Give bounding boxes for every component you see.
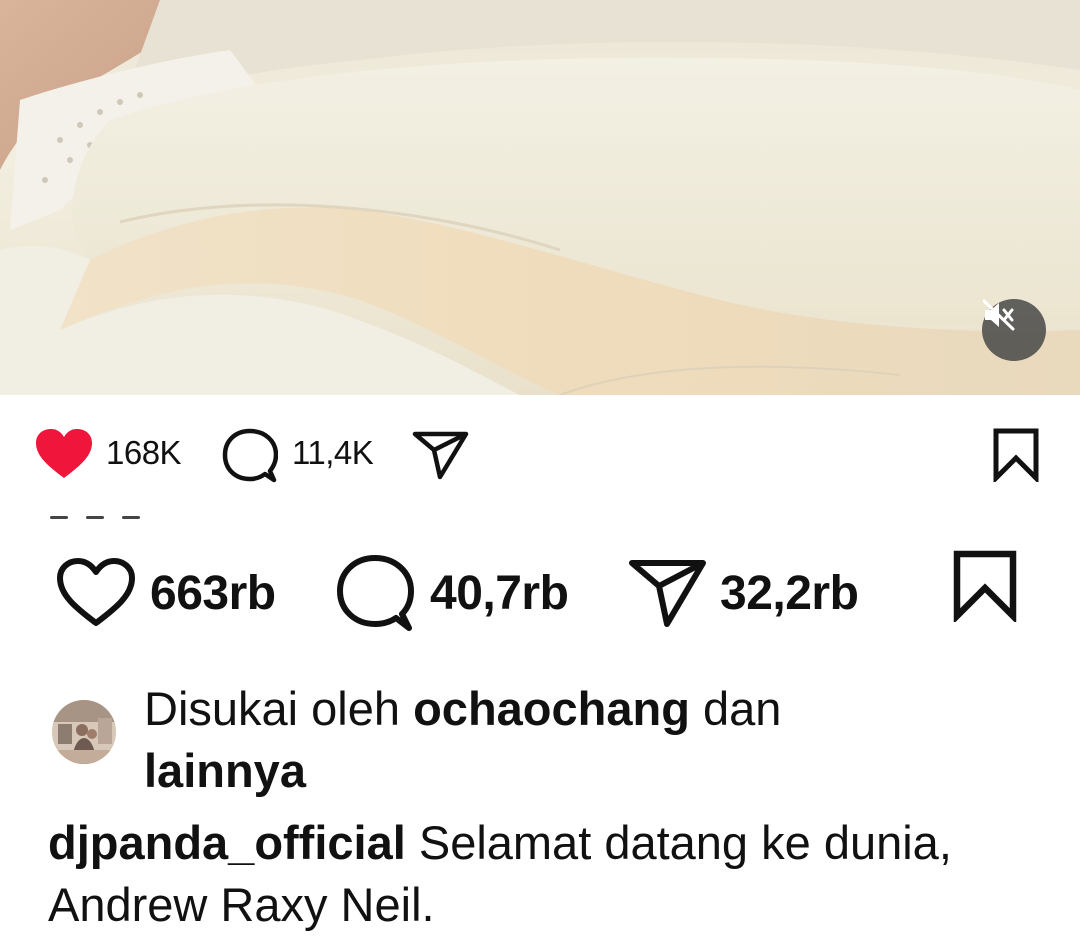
save-button[interactable] [952,550,1018,622]
comment-count-wrap: 40,7rb [430,566,569,621]
share-button-small[interactable] [412,430,470,480]
post-photo[interactable] [0,0,1080,395]
share-button[interactable] [628,558,708,628]
action-row-large: 663rb 40,7rb 32,2rb [0,550,1080,640]
caption-username[interactable]: djpanda_official [48,816,406,869]
comment-button[interactable] [336,554,414,634]
action-row-small: 168K 11,4K [0,420,1080,490]
share-count[interactable]: 32,2rb [720,566,859,621]
liked-by-prefix: Disukai oleh [144,682,414,735]
comment-bubble-icon [337,555,414,631]
like-count-wrap: 663rb [150,566,276,621]
avatar[interactable] [52,700,116,764]
comment-button-small[interactable] [222,428,278,484]
comment-count-small[interactable]: 11,4K [292,434,374,472]
like-button[interactable] [56,558,136,628]
like-count-small-wrap: 168K [106,434,182,472]
post-caption: djpanda_official Selamat datang ke dunia… [48,812,1048,936]
paper-plane-icon [412,431,469,480]
liked-by-middle: dan [689,682,782,735]
heart-outline-icon [57,558,135,626]
bookmark-icon [993,428,1039,482]
carousel-indicator [50,514,140,520]
photo-illustration [0,0,1080,395]
bookmark-icon [953,550,1017,622]
liked-by-section: Disukai oleh ochaochang dan lainnya [52,678,1052,798]
heart-filled-icon [36,429,92,478]
like-count-small[interactable]: 168K [106,434,182,472]
share-count-wrap: 32,2rb [720,566,859,621]
avatar-image [52,700,116,764]
liked-by-user[interactable]: ochaochang [413,682,690,735]
speaker-muted-icon [982,299,1015,331]
like-count[interactable]: 663rb [150,566,276,621]
like-button-small[interactable] [34,428,94,480]
liked-by-text: Disukai oleh ochaochang dan lainnya [144,678,964,802]
carousel-dot [86,515,104,519]
comment-count[interactable]: 40,7rb [430,566,569,621]
mute-button[interactable] [982,299,1046,361]
comment-count-small-wrap: 11,4K [292,434,374,472]
paper-plane-icon [629,560,706,627]
liked-by-others[interactable]: lainnya [144,744,306,797]
carousel-dot [50,515,68,519]
comment-bubble-icon [222,428,278,483]
carousel-dot [122,515,140,519]
save-button-small[interactable] [992,428,1040,482]
